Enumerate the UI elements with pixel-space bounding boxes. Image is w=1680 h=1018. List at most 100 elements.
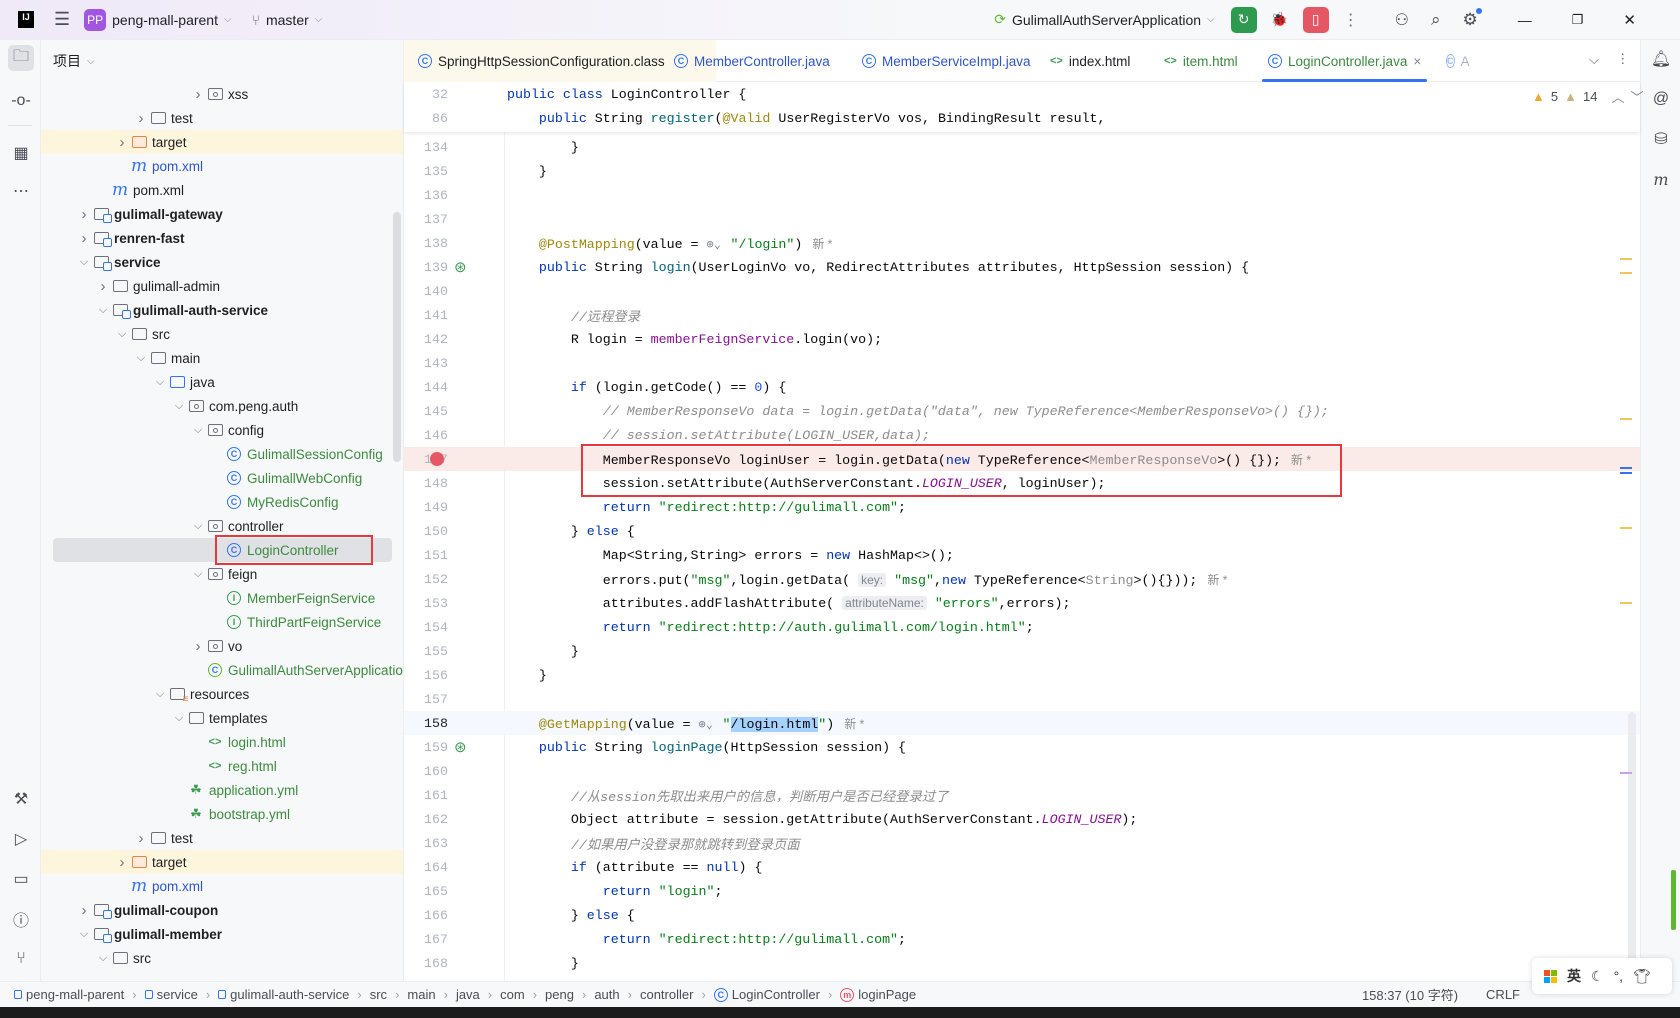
tree-item[interactable]: ☘ application.yml (41, 778, 403, 802)
line-number[interactable]: 167 (404, 932, 448, 947)
breadcrumb-item[interactable]: m loginPage (840, 987, 916, 1002)
tree-item[interactable]: › target (41, 850, 403, 874)
chevron-down-icon[interactable]: ⌵ (154, 688, 166, 701)
breadcrumb-item[interactable]: service (144, 987, 198, 1002)
code-line[interactable]: 161 //从session先取出来用户的信息，判断用户是否已经登录过了 (404, 783, 1640, 807)
breadcrumb-item[interactable]: com (500, 987, 525, 1002)
code-line[interactable]: 156 } (404, 663, 1640, 687)
tree-item[interactable]: ☘ bootstrap.yml (41, 802, 403, 826)
ime-mode[interactable]: 英 (1567, 966, 1581, 986)
tab-springhttpsessionconfiguration-class[interactable]: C SpringHttpSessionConfiguration.class (412, 40, 671, 82)
line-number[interactable]: 135 (404, 164, 448, 179)
tree-item[interactable]: › renren-fast (41, 226, 403, 250)
line-number[interactable]: 163 (404, 836, 448, 851)
line-number[interactable]: 160 (404, 764, 448, 779)
inspection-widget[interactable]: ▲ 5 ▲ 14 ︿ ﹀ (1532, 87, 1643, 106)
tree-item[interactable]: I MemberFeignService (41, 586, 403, 610)
tabs-overflow-chevron-icon[interactable]: ⌵ (1589, 52, 1599, 68)
project-selector[interactable]: PP peng-mall-parent ⌵ (84, 8, 232, 31)
code-line[interactable]: 162 Object attribute = session.getAttrib… (404, 807, 1640, 831)
tree-item[interactable]: › target (41, 130, 403, 154)
chevron-right-icon[interactable]: › (192, 638, 204, 655)
previous-highlight-icon[interactable]: ︿ (1611, 87, 1624, 106)
shirt-icon[interactable]: 👕︎ (1633, 968, 1651, 985)
tree-scrollbar[interactable] (393, 212, 401, 462)
tree-item[interactable]: m pom.xml (41, 178, 403, 202)
line-number[interactable]: 137 (404, 212, 448, 227)
line-number[interactable]: 145 (404, 404, 448, 419)
line-number[interactable]: 161 (404, 788, 448, 803)
tree-item[interactable]: › gulimall-admin (41, 274, 403, 298)
code-line[interactable]: 140 (404, 279, 1640, 303)
line-number[interactable]: 152 (404, 572, 448, 587)
tab-a[interactable]: CA (1440, 40, 1470, 82)
code-line[interactable]: 158 @GetMapping(value = ⊕⌄ "/login.html")… (404, 711, 1640, 735)
line-number[interactable]: 150 (404, 524, 448, 539)
editor-scrollbar[interactable] (1628, 712, 1636, 962)
code-line[interactable]: 139 ⊛ public String login(UserLoginVo vo,… (404, 255, 1640, 279)
tree-item[interactable]: m pom.xml (41, 874, 403, 898)
chevron-down-icon[interactable]: ⌵ (97, 952, 109, 965)
next-highlight-icon[interactable]: ﹀ (1630, 87, 1643, 106)
author-hint[interactable]: 新 * (834, 717, 864, 731)
tree-item[interactable]: C MyRedisConfig (41, 490, 403, 514)
chevron-down-icon[interactable]: ⌵ (135, 352, 147, 365)
chevron-down-icon[interactable]: ⌵ (173, 712, 185, 725)
code-line[interactable]: 137 (404, 207, 1640, 231)
chevron-down-icon[interactable]: ⌵ (154, 376, 166, 389)
sticky-lines-header[interactable]: 32 public class LoginController {86 publi… (404, 82, 1643, 132)
sticky-line[interactable]: 86 public String register(@Valid UserReg… (404, 106, 1640, 130)
code-line[interactable]: 138 @PostMapping(value = ⊕⌄ "/login") 新 * (404, 231, 1640, 255)
chevron-right-icon[interactable]: › (116, 134, 128, 151)
database-icon[interactable]: ⛁ (1648, 126, 1674, 152)
code-line[interactable]: 152 errors.put("msg",login.getData( key:… (404, 567, 1640, 591)
web-endpoint-gutter-icon[interactable]: ⊛ (454, 258, 467, 276)
line-number[interactable]: 136 (404, 188, 448, 203)
tree-item[interactable]: ⌵ main (41, 346, 403, 370)
tree-item[interactable]: › gulimall-coupon (41, 898, 403, 922)
tree-item[interactable]: ⌵ resources (41, 682, 403, 706)
code-line[interactable]: 160 (404, 759, 1640, 783)
build-hammer-icon[interactable]: ⚒ (8, 786, 34, 812)
code-line[interactable]: 142 R login = memberFeignService.login(v… (404, 327, 1640, 351)
debug-button[interactable]: 🐞 (1267, 7, 1293, 33)
code-line[interactable]: 136 (404, 183, 1640, 207)
web-endpoint-gutter-icon[interactable]: ⊛ (454, 738, 467, 756)
chevron-right-icon[interactable]: › (78, 230, 90, 247)
code-editor[interactable]: 134 } 135 } 136 137 138 @PostMapping(value =… (404, 82, 1640, 981)
code-line[interactable]: 165 return "login"; (404, 879, 1640, 903)
tab-index-html[interactable]: <> index.html (1044, 40, 1136, 82)
code-line[interactable]: 163 //如果用户没登录那就跳转到登录页面 (404, 831, 1640, 855)
main-menu-icon[interactable]: ☰ (54, 9, 70, 30)
breadcrumb-item[interactable]: auth (594, 987, 619, 1002)
code-line[interactable]: 157 (404, 687, 1640, 711)
line-number[interactable]: 165 (404, 884, 448, 899)
line-number[interactable]: 142 (404, 332, 448, 347)
line-number[interactable]: 153 (404, 596, 448, 611)
breadcrumb-item[interactable]: gulimall-auth-service (218, 987, 349, 1002)
line-number[interactable]: 139 (404, 260, 448, 275)
line-number[interactable]: 164 (404, 860, 448, 875)
tree-item[interactable]: I ThirdPartFeignService (41, 610, 403, 634)
line-number[interactable]: 151 (404, 548, 448, 563)
tree-item[interactable]: C GulimallSessionConfig (41, 442, 403, 466)
maximize-button[interactable]: ❐ (1572, 12, 1584, 28)
more-tools-icon[interactable]: ⋯ (8, 178, 34, 204)
punctuation-icon[interactable]: °, (1614, 968, 1624, 984)
project-folder-icon[interactable]: 🗀 (8, 45, 34, 71)
line-number[interactable]: 141 (404, 308, 448, 323)
line-ending[interactable]: CRLF (1486, 987, 1520, 1002)
code-line[interactable]: 167 return "redirect:http://gulimall.com… (404, 927, 1640, 951)
chevron-down-icon[interactable]: ⌵ (78, 928, 90, 941)
code-line[interactable]: 141 //远程登录 (404, 303, 1640, 327)
line-number[interactable]: 158 (404, 716, 448, 731)
chevron-right-icon[interactable]: › (78, 902, 90, 919)
line-number[interactable]: 146 (404, 428, 448, 443)
breadcrumb-item[interactable]: src (370, 987, 387, 1002)
tree-item[interactable]: C GulimallWebConfig (41, 466, 403, 490)
tree-item[interactable]: ⌵ java (41, 370, 403, 394)
minimize-button[interactable]: — (1518, 12, 1532, 28)
line-number[interactable]: 162 (404, 812, 448, 827)
line-number[interactable]: 157 (404, 692, 448, 707)
sticky-line[interactable]: 32 public class LoginController { (404, 82, 1640, 106)
